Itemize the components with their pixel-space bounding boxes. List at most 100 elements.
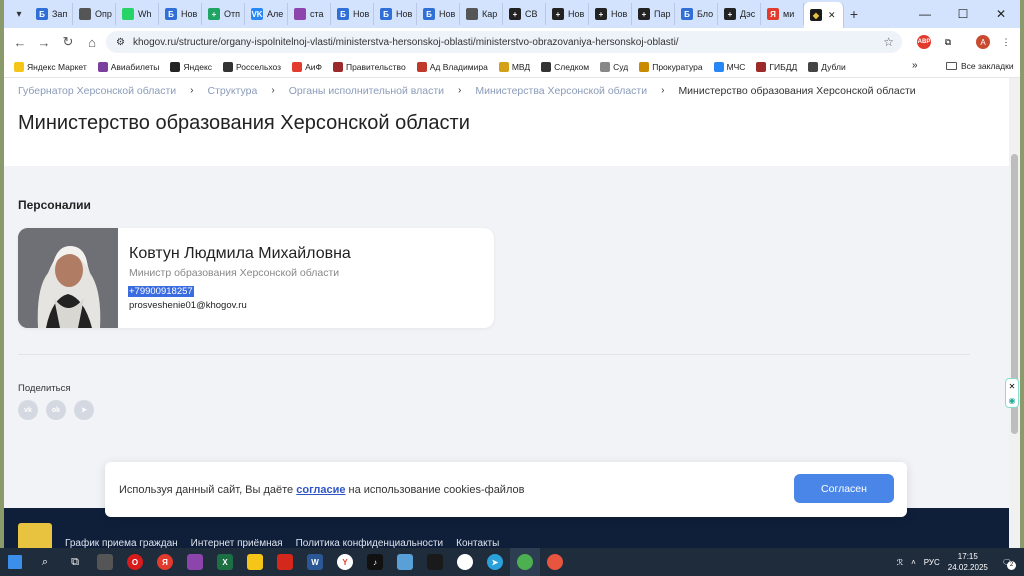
extensions-icon[interactable]: ⧉ xyxy=(938,32,958,52)
bookmark-item[interactable]: МЧС xyxy=(713,61,745,72)
ok-share-icon[interactable]: ok xyxy=(46,400,66,420)
person-email[interactable]: prosveshenie01@khogov.ru xyxy=(129,300,247,311)
breadcrumb-item[interactable]: Губернатор Херсонской области xyxy=(18,85,176,97)
app-icon[interactable] xyxy=(420,548,450,576)
footer-link[interactable]: Интернет приёмная xyxy=(191,538,283,548)
opera-icon[interactable]: O xyxy=(120,548,150,576)
telegram-icon[interactable]: ➤ xyxy=(480,548,510,576)
bookmark-item[interactable]: Яндекс xyxy=(170,61,212,72)
back-icon[interactable]: ← xyxy=(8,30,32,54)
cookie-text-before: Используя данный сайт, Вы даёте xyxy=(119,484,297,496)
close-tab-icon[interactable]: ✕ xyxy=(828,10,836,21)
chatgpt-icon[interactable] xyxy=(450,548,480,576)
cookie-accept-button[interactable]: Согласен xyxy=(794,474,894,503)
clock[interactable]: 17:15 24.02.2025 xyxy=(948,551,988,573)
tray-people-icon[interactable]: ℛ xyxy=(897,558,903,567)
bookmark-item[interactable]: МВД xyxy=(498,61,530,72)
file-explorer-icon[interactable] xyxy=(90,548,120,576)
close-window-icon[interactable]: ✕ xyxy=(982,0,1020,28)
breadcrumb-item[interactable]: Структура xyxy=(208,85,258,97)
vk-share-icon[interactable]: vk xyxy=(18,400,38,420)
footer-link[interactable]: Политика конфиденциальности xyxy=(296,538,444,548)
address-bar[interactable]: ⚙ khogov.ru/structure/organy-ispolniteln… xyxy=(106,31,902,53)
bookmark-item[interactable]: Суд xyxy=(600,61,628,72)
tray-chevron-icon[interactable]: ˄ xyxy=(911,558,916,567)
notes-icon[interactable] xyxy=(390,548,420,576)
footer-link[interactable]: График приема граждан xyxy=(65,538,178,548)
footer-link[interactable]: Контакты xyxy=(456,538,499,548)
breadcrumb-item[interactable]: Министерства Херсонской области xyxy=(475,85,647,97)
task-view-icon[interactable]: ⧉ xyxy=(60,548,90,576)
word-icon[interactable]: W xyxy=(300,548,330,576)
bookmark-label: Ад Владимира xyxy=(429,61,488,72)
bookmark-item[interactable]: Россельхоз xyxy=(223,61,281,72)
tab[interactable]: + Нов xyxy=(589,3,632,25)
winrar-icon[interactable] xyxy=(180,548,210,576)
side-widget[interactable]: ✕ ◉ xyxy=(1005,378,1019,408)
bookmark-item[interactable]: Авиабилеты xyxy=(97,61,159,72)
bookmark-item[interactable]: Ад Владимира xyxy=(416,61,488,72)
all-bookmarks-button[interactable]: Все закладки xyxy=(946,61,1014,71)
tab[interactable]: Б Нов xyxy=(417,3,460,25)
bookmark-item[interactable]: Яндекс Маркет xyxy=(14,61,87,72)
tab[interactable]: Б Бло xyxy=(675,3,718,25)
forward-icon[interactable]: → xyxy=(32,30,56,54)
chrome-icon[interactable] xyxy=(510,548,540,576)
bookmark-item[interactable]: АиФ xyxy=(292,61,322,72)
telegram-share-icon[interactable]: ➤ xyxy=(74,400,94,420)
tab-favicon-icon: Б xyxy=(36,8,48,20)
menu-icon[interactable]: ⋮ xyxy=(996,32,1016,52)
tab[interactable]: + СВ xyxy=(503,3,546,25)
tab-active[interactable]: ◆ ✕ xyxy=(804,2,844,28)
person-phone[interactable]: +79900918257 xyxy=(128,286,194,297)
widget-icon[interactable]: ◉ xyxy=(1009,396,1016,405)
bookmark-item[interactable]: Правительство xyxy=(332,61,406,72)
notification-icon[interactable]: 🗨2 xyxy=(1002,558,1016,570)
window-controls: — ☐ ✕ xyxy=(906,0,1020,28)
tab[interactable]: + Пар xyxy=(632,3,675,25)
bookmark-item[interactable]: ГИБДД xyxy=(756,61,797,72)
bookmark-star-icon[interactable]: ☆ xyxy=(883,35,894,49)
adblock-icon[interactable]: ABP xyxy=(914,32,934,52)
yandex-browser-icon[interactable]: Y xyxy=(330,548,360,576)
scrollbar[interactable] xyxy=(1009,78,1020,548)
tab[interactable]: + Нов xyxy=(546,3,589,25)
bookmark-item[interactable]: Прокуратура xyxy=(639,61,703,72)
app2-icon[interactable] xyxy=(540,548,570,576)
tab[interactable]: Кар xyxy=(460,3,503,25)
maximize-icon[interactable]: ☐ xyxy=(944,0,982,28)
bookmark-item[interactable]: Следком xyxy=(541,61,589,72)
close-widget-icon[interactable]: ✕ xyxy=(1009,382,1016,391)
tab[interactable]: Б Нов xyxy=(331,3,374,25)
language-indicator[interactable]: РУС xyxy=(924,558,940,567)
tab[interactable]: Б Нов xyxy=(159,3,202,25)
bookmarks-more-icon[interactable]: » xyxy=(912,60,918,71)
tab[interactable]: Б Зап xyxy=(30,3,73,25)
tab[interactable]: Опр xyxy=(73,3,116,25)
breadcrumb-item[interactable]: Органы исполнительной власти xyxy=(289,85,444,97)
yandex-icon[interactable]: Я xyxy=(150,548,180,576)
tab[interactable]: + Дэс xyxy=(718,3,761,25)
coat-of-arms-logo[interactable] xyxy=(18,523,52,548)
tab[interactable]: + Отп xyxy=(202,3,245,25)
new-tab-button[interactable]: + xyxy=(844,6,864,22)
tab[interactable]: VK Але xyxy=(245,3,288,25)
site-info-icon[interactable]: ⚙ xyxy=(116,37,125,48)
sticky-notes-icon[interactable] xyxy=(240,548,270,576)
tab[interactable]: Ями xyxy=(761,3,804,25)
profile-avatar[interactable]: A xyxy=(973,32,993,52)
start-icon[interactable] xyxy=(0,548,30,576)
tab[interactable]: ста xyxy=(288,3,331,25)
excel-icon[interactable]: X xyxy=(210,548,240,576)
search-icon[interactable]: ⌕ xyxy=(30,548,60,576)
minimize-icon[interactable]: — xyxy=(906,0,944,28)
home-icon[interactable]: ⌂ xyxy=(80,30,104,54)
cookie-consent-link[interactable]: согласие xyxy=(296,484,345,496)
tab-search-icon[interactable]: ▾ xyxy=(8,3,30,25)
reload-icon[interactable]: ↻ xyxy=(56,30,80,54)
tiktok-icon[interactable]: ♪ xyxy=(360,548,390,576)
bookmark-item[interactable]: Дубли xyxy=(808,61,846,72)
acrobat-icon[interactable] xyxy=(270,548,300,576)
tab[interactable]: Wh xyxy=(116,3,159,25)
tab[interactable]: Б Нов xyxy=(374,3,417,25)
